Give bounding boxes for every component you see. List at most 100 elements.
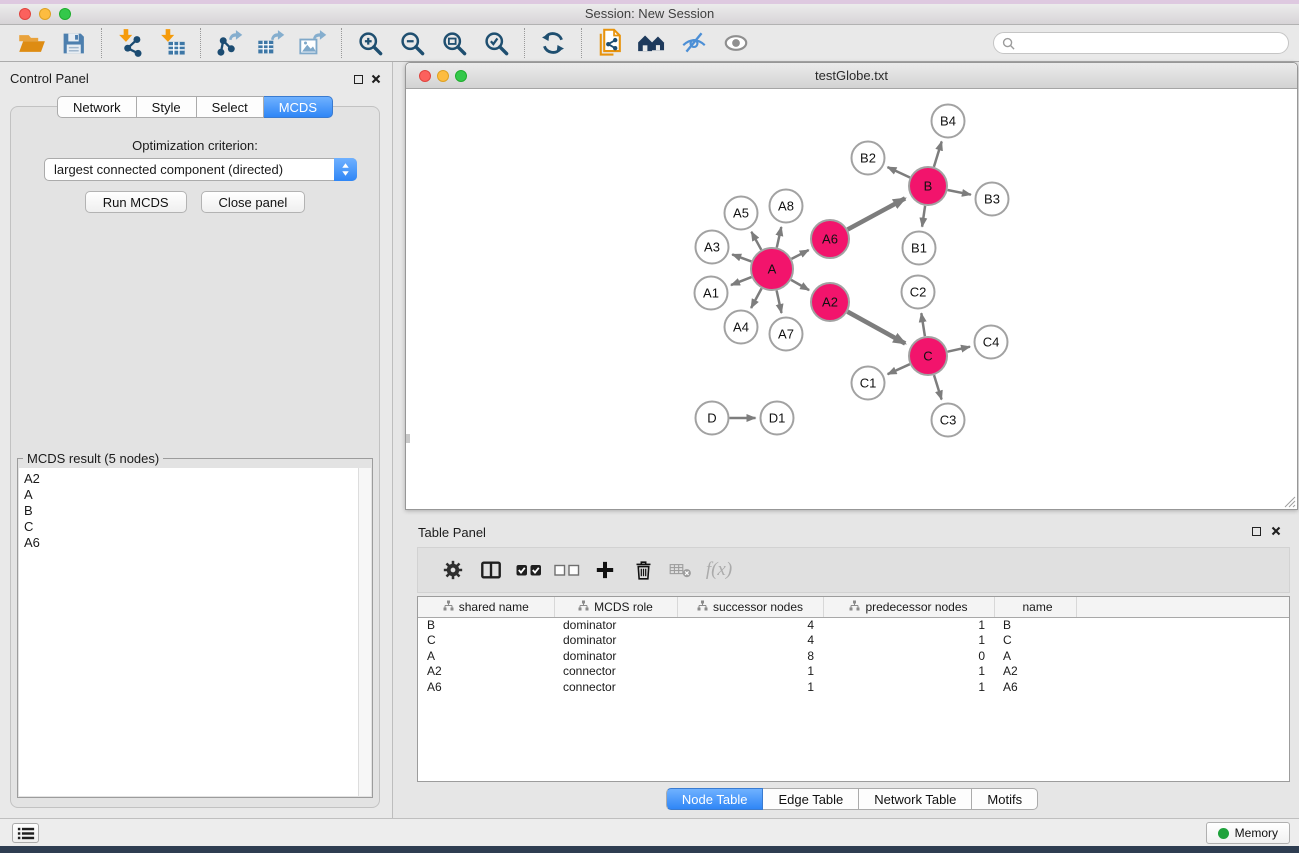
graph-edge-B-B4[interactable] [934,142,942,167]
mcds-result-item[interactable]: B [24,503,358,519]
graph-node-A4[interactable]: A4 [725,311,758,344]
network-graph-canvas[interactable]: B4 B2 B B3 A8 A5 A6 B1 A3 A A1 C2 A2 [406,89,1297,509]
export-image-button[interactable] [292,27,334,60]
zoom-in-button[interactable] [349,27,391,60]
search-input[interactable] [1020,36,1280,50]
resize-grip-icon[interactable] [1282,494,1296,508]
export-network-button[interactable] [208,27,250,60]
column-header-mcds-role[interactable]: MCDS role [554,597,677,617]
show-all-button[interactable] [715,27,757,60]
function-builder-button-disabled[interactable]: f(x) [700,551,738,589]
import-network-button[interactable] [109,27,151,60]
import-table-button[interactable] [151,27,193,60]
new-network-from-selection-button[interactable] [589,27,631,60]
graph-node-B1[interactable]: B1 [903,232,936,265]
optimization-criterion-dropdown[interactable]: largest connected component (directed) [44,158,357,181]
table-tab-motifs[interactable]: Motifs [972,788,1038,810]
mcds-result-item[interactable]: A2 [24,471,358,487]
memory-button[interactable]: Memory [1206,822,1290,844]
first-neighbors-button[interactable] [631,27,673,60]
zoom-fit-button[interactable] [433,27,475,60]
column-header-predecessor-nodes[interactable]: predecessor nodes [823,597,994,617]
table-row[interactable]: Adominator80A [418,648,1289,664]
graph-node-C3[interactable]: C3 [932,404,965,437]
graph-node-B2[interactable]: B2 [852,142,885,175]
graph-node-A[interactable]: A [751,248,793,290]
table-tab-node-table[interactable]: Node Table [666,788,764,810]
close-panel-button[interactable] [369,72,383,86]
graph-node-C2[interactable]: C2 [902,276,935,309]
table-close-button[interactable] [1269,524,1283,538]
graph-edge-A-A5[interactable] [751,232,761,250]
column-header-name[interactable]: name [994,597,1076,617]
close-panel-action-button[interactable]: Close panel [201,191,306,213]
column-header-successor-nodes[interactable]: successor nodes [677,597,823,617]
table-float-button[interactable] [1249,524,1263,538]
mcds-result-list[interactable]: A2ABCA6 [19,468,358,796]
network-minimize-button[interactable] [437,70,449,82]
mcds-result-item[interactable]: A6 [24,535,358,551]
zoom-window-button[interactable] [59,8,71,20]
minimize-window-button[interactable] [39,8,51,20]
graph-node-B3[interactable]: B3 [976,183,1009,216]
graph-edge-A-A3[interactable] [732,254,751,261]
show-column-panel-button[interactable] [472,551,510,589]
graph-edge-A-A2[interactable] [791,280,809,290]
graph-node-C4[interactable]: C4 [975,326,1008,359]
graph-edge-B-B2[interactable] [888,167,910,177]
graph-node-A7[interactable]: A7 [770,318,803,351]
graph-edge-C-C1[interactable] [888,364,910,374]
zoom-selected-button[interactable] [475,27,517,60]
graph-node-C[interactable]: C [909,337,947,375]
search-field[interactable] [993,32,1289,54]
graph-edge-C-C4[interactable] [948,347,971,352]
graph-edge-B-B3[interactable] [948,190,971,195]
graph-node-A8[interactable]: A8 [770,190,803,223]
control-tab-network[interactable]: Network [57,96,137,118]
unselect-all-columns-button[interactable] [548,551,586,589]
delete-columns-button[interactable] [624,551,662,589]
close-window-button[interactable] [19,8,31,20]
node-table[interactable]: shared nameMCDS rolesuccessor nodesprede… [417,596,1290,782]
graph-node-A3[interactable]: A3 [696,231,729,264]
graph-node-A2[interactable]: A2 [811,283,849,321]
graph-edge-A6-B[interactable] [848,198,906,229]
table-row[interactable]: Bdominator41B [418,617,1289,633]
control-tab-mcds[interactable]: MCDS [264,96,333,118]
run-mcds-button[interactable]: Run MCDS [85,191,187,213]
graph-edge-C-C3[interactable] [934,375,942,399]
delete-table-button-disabled[interactable] [662,551,700,589]
table-tab-edge-table[interactable]: Edge Table [763,788,859,810]
save-session-button[interactable] [52,27,94,60]
graph-edge-A2-C[interactable] [848,312,906,344]
float-panel-button[interactable] [351,72,365,86]
table-settings-button[interactable] [434,551,472,589]
table-row[interactable]: A2connector11A2 [418,664,1289,680]
graph-edge-A-A8[interactable] [777,227,782,248]
graph-edge-A-A4[interactable] [751,288,762,308]
table-row[interactable]: A6connector11A6 [418,679,1289,695]
graph-node-A5[interactable]: A5 [725,197,758,230]
graph-node-D1[interactable]: D1 [761,402,794,435]
apply-layout-button[interactable] [532,27,574,60]
control-tab-select[interactable]: Select [197,96,264,118]
graph-edge-C-C2[interactable] [921,313,925,336]
mcds-result-item[interactable]: A [24,487,358,503]
select-all-columns-button[interactable] [510,551,548,589]
column-header-shared-name[interactable]: shared name [418,597,554,617]
graph-node-D[interactable]: D [696,402,729,435]
network-zoom-button[interactable] [455,70,467,82]
graph-edge-A-A7[interactable] [777,291,782,314]
graph-node-B[interactable]: B [909,167,947,205]
graph-edge-B-B1[interactable] [922,206,925,227]
result-list-scrollbar[interactable] [358,468,371,796]
network-close-button[interactable] [419,70,431,82]
graph-node-A6[interactable]: A6 [811,220,849,258]
task-history-button[interactable] [12,823,39,843]
control-tab-style[interactable]: Style [137,96,197,118]
create-new-column-button[interactable] [586,551,624,589]
graph-node-C1[interactable]: C1 [852,367,885,400]
graph-edge-A-A1[interactable] [731,277,752,285]
graph-node-B4[interactable]: B4 [932,105,965,138]
graph-edge-A-A6[interactable] [792,250,809,259]
